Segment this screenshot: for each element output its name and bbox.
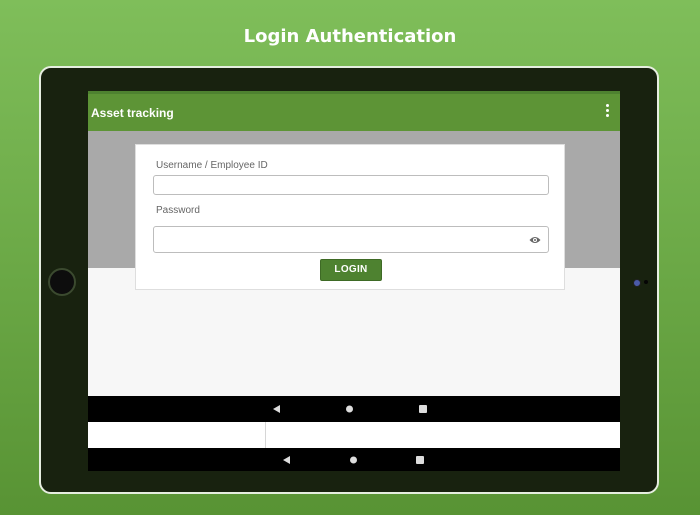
system-nav-bar-secondary	[88, 448, 620, 471]
recents-icon[interactable]	[416, 455, 424, 464]
app-bar: Asset tracking	[88, 91, 620, 131]
login-button[interactable]: LOGIN	[320, 259, 382, 281]
login-card: Username / Employee ID Password LOGIN	[135, 144, 565, 290]
tablet-home-button	[48, 268, 76, 296]
password-label: Password	[156, 205, 200, 216]
eye-icon[interactable]	[529, 235, 541, 245]
password-input[interactable]	[153, 226, 549, 253]
username-label: Username / Employee ID	[156, 160, 268, 171]
promo-headline: Login Authentication	[243, 26, 457, 47]
home-icon[interactable]	[350, 456, 357, 463]
camera-icon	[633, 279, 641, 287]
overflow-menu-icon[interactable]	[606, 104, 610, 118]
username-input[interactable]	[153, 175, 549, 195]
device-screen: Asset tracking Username / Employee ID Pa…	[88, 91, 620, 471]
back-icon[interactable]	[273, 405, 280, 413]
sensor-dot	[644, 280, 648, 284]
split-panel	[88, 422, 620, 448]
home-icon[interactable]	[346, 405, 353, 413]
recents-icon[interactable]	[419, 405, 427, 413]
back-icon[interactable]	[283, 455, 290, 464]
tablet-device-frame: Asset tracking Username / Employee ID Pa…	[39, 66, 659, 494]
app-title: Asset tracking	[91, 106, 174, 120]
system-nav-bar	[88, 396, 620, 422]
split-divider	[265, 422, 266, 448]
